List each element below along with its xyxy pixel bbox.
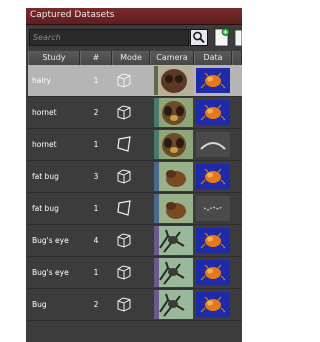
study-name: fat bug	[32, 204, 59, 213]
data-thumbnail[interactable]	[196, 228, 230, 253]
camera-thumbnail[interactable]	[154, 194, 193, 223]
study-name: fat bug	[32, 172, 59, 181]
camera-thumbnail[interactable]	[154, 162, 193, 191]
camera-thumbnail[interactable]	[154, 130, 193, 159]
dataset-count: 2	[93, 300, 99, 309]
overflow-button[interactable]	[234, 29, 242, 47]
data-thumbnail[interactable]	[196, 132, 230, 157]
camera-thumbnail[interactable]	[154, 258, 193, 287]
cube-mode-icon	[116, 289, 140, 320]
column-header-mode[interactable]: Mode	[112, 51, 150, 65]
column-header-camera[interactable]: Camera	[150, 51, 194, 65]
column-header-data[interactable]: Data	[194, 51, 232, 65]
new-document-icon	[214, 28, 230, 47]
camera-thumbnail[interactable]	[154, 66, 193, 95]
cube-mode-icon	[116, 257, 140, 288]
data-thumbnail[interactable]	[196, 292, 230, 317]
frustum-mode-icon	[116, 193, 140, 224]
table-row[interactable]: hairy 1	[28, 65, 242, 97]
data-thumbnail[interactable]	[196, 164, 230, 189]
camera-thumbnail[interactable]	[154, 226, 193, 255]
table-row[interactable]: Bug's eye 1	[28, 257, 242, 289]
dataset-count: 1	[93, 268, 99, 277]
magnifier-icon	[193, 31, 205, 44]
study-name: hornet	[32, 140, 57, 149]
document-edge-icon	[234, 29, 242, 47]
table-row[interactable]: hornet 1	[28, 129, 242, 161]
column-header-number[interactable]: #	[80, 51, 112, 65]
new-dataset-button[interactable]	[214, 28, 230, 47]
search-input[interactable]	[30, 30, 173, 45]
table-row[interactable]: Bug 2	[28, 289, 242, 321]
table-header: Study # Mode Camera Data	[28, 51, 242, 65]
column-header-extra	[232, 51, 242, 65]
study-name: hornet	[32, 108, 57, 117]
cube-mode-icon	[116, 225, 140, 256]
table-row[interactable]: Bug's eye 4	[28, 225, 242, 257]
dataset-count: 1	[93, 76, 99, 85]
dataset-count: 3	[93, 172, 99, 181]
cube-mode-icon	[116, 97, 140, 128]
table-row[interactable]: fat bug 3	[28, 161, 242, 193]
search-box[interactable]	[29, 29, 189, 46]
data-thumbnail[interactable]	[196, 196, 230, 221]
panel-titlebar[interactable]: Captured Datasets	[26, 8, 242, 25]
panel-title: Captured Datasets	[30, 10, 115, 20]
column-header-study[interactable]: Study	[28, 51, 80, 65]
study-name: Bug's eye	[32, 236, 69, 245]
data-thumbnail[interactable]	[196, 260, 230, 285]
table-row[interactable]: hornet 2	[28, 97, 242, 129]
dataset-count: 4	[93, 236, 99, 245]
search-button[interactable]	[190, 29, 208, 46]
study-name: Bug	[32, 300, 47, 309]
frustum-mode-icon	[116, 129, 140, 160]
data-thumbnail[interactable]	[196, 100, 230, 125]
study-name: hairy	[32, 76, 51, 85]
camera-thumbnail[interactable]	[154, 290, 193, 319]
table-row[interactable]: fat bug 1	[28, 193, 242, 225]
data-thumbnail[interactable]	[196, 68, 230, 93]
study-name: Bug's eye	[32, 268, 69, 277]
captured-datasets-panel: Captured Datasets Study # Mode Camera Da…	[26, 8, 242, 342]
cube-mode-icon	[116, 161, 140, 192]
cube-mode-icon	[116, 65, 140, 96]
dataset-count: 1	[93, 204, 99, 213]
dataset-count: 2	[93, 108, 99, 117]
camera-thumbnail[interactable]	[154, 98, 193, 127]
dataset-count: 1	[93, 140, 99, 149]
